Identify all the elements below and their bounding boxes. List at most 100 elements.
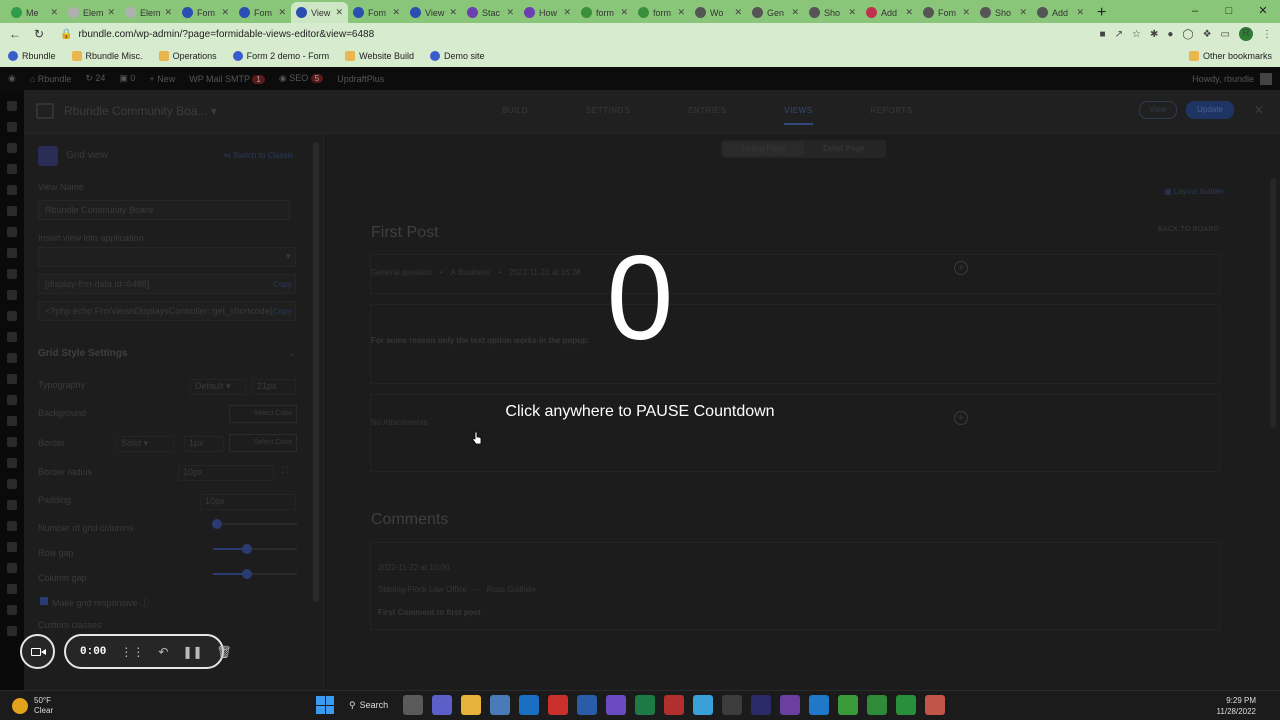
browser-tab[interactable]: Me ✕ [6,2,63,23]
other-bookmarks[interactable]: Other bookmarks [1188,51,1272,61]
more-icon[interactable]: ⋮ [1262,29,1272,40]
admin-menu-icon[interactable] [7,227,17,237]
row-gap-slider-handle[interactable] [241,544,252,554]
info-icon[interactable]: ⓘ [140,598,149,608]
admin-menu-icon[interactable] [7,206,17,216]
countdown-message[interactable]: Click anywhere to PAUSE Countdown [440,403,840,421]
grid-columns-slider-handle[interactable] [212,519,223,529]
app-icon[interactable] [925,695,946,715]
admin-menu-icon[interactable] [7,269,17,279]
close-tab-icon[interactable]: ✕ [335,7,343,18]
close-tab-icon[interactable]: ✕ [506,7,514,18]
browser-tab[interactable]: Elem ✕ [120,2,177,23]
admin-menu-icon[interactable] [7,521,17,531]
close-tab-icon[interactable]: ✕ [221,7,229,18]
add-column-icon[interactable]: + [954,411,968,425]
typography-select[interactable]: Default ▾ [190,379,246,395]
minimize-icon[interactable]: – [1178,0,1212,22]
browser-tab[interactable]: How ✕ [519,2,576,23]
vscode-icon[interactable] [809,695,830,715]
chrome-icon[interactable] [693,695,714,715]
view-button[interactable]: View [1139,101,1177,119]
new-tab-button[interactable]: + [1097,2,1106,23]
admin-menu-icon[interactable] [7,122,17,132]
close-tab-icon[interactable]: ✕ [905,7,913,18]
bookmark-folder[interactable]: Website Build [345,51,414,61]
close-tab-icon[interactable]: ✕ [1076,7,1084,18]
tab-entries[interactable]: ENTRIES [688,106,726,125]
copy-php-button[interactable]: Copy [273,307,292,316]
windows-start-icon[interactable] [316,696,334,714]
camera-icon[interactable]: ■ [1100,29,1106,40]
browser-tab[interactable]: Sho ✕ [804,2,861,23]
wp-new[interactable]: + New [149,74,175,84]
browser-tab[interactable]: View ✕ [291,2,348,23]
maximize-icon[interactable]: □ [1212,0,1246,22]
star-icon[interactable]: ☆ [1132,29,1141,40]
admin-menu-icon[interactable] [7,542,17,552]
bookmark-demo-site[interactable]: Demo site [429,51,485,61]
wordpress-logo-icon[interactable]: ◉ [8,73,16,84]
wp-comments[interactable]: ▣ 0 [119,73,135,84]
sidebar-icon[interactable]: ▭ [1221,29,1230,40]
admin-menu-icon[interactable] [7,395,17,405]
browser-tab[interactable]: Fom ✕ [348,2,405,23]
close-tab-icon[interactable]: ✕ [848,7,856,18]
browser-tab[interactable]: Fom ✕ [918,2,975,23]
trash-icon[interactable]: 🗑 [217,645,232,659]
switch-to-classic-link[interactable]: ⇆ Switch to Classic [224,151,293,160]
admin-menu-icon[interactable] [7,458,17,468]
view-name-input[interactable]: Rbundle Community Board [38,200,290,220]
admin-menu-icon[interactable] [7,185,17,195]
pause-icon[interactable]: ❚❚ [182,645,202,659]
back-icon[interactable]: ← [8,27,22,41]
outlook-icon[interactable] [519,695,540,715]
wp-site-link[interactable]: ⌂ Rbundle [30,74,71,84]
padding-input[interactable]: 10px [200,494,296,510]
teams-icon[interactable] [432,695,453,715]
excel-icon[interactable] [635,695,656,715]
close-tab-icon[interactable]: ✕ [50,7,58,18]
browser-tab[interactable]: Add ✕ [861,2,918,23]
acrobat-icon[interactable] [548,695,569,715]
admin-menu-icon[interactable] [7,563,17,573]
close-tab-icon[interactable]: ✕ [734,7,742,18]
chrome-icon[interactable] [896,695,917,715]
chrome-icon[interactable] [867,695,888,715]
admin-menu-icon[interactable] [7,416,17,426]
browser-tab[interactable]: Wo ✕ [690,2,747,23]
admin-menu-icon[interactable] [7,311,17,321]
view-title[interactable]: Rbundle Community Boa... ▾ [64,104,217,118]
tab-views[interactable]: VIEWS [784,106,813,125]
task-view-icon[interactable] [403,695,424,715]
column-gap-slider-handle[interactable] [241,569,252,579]
scrollbar[interactable] [1270,178,1276,428]
admin-menu-icon[interactable] [7,584,17,594]
close-tab-icon[interactable]: ✕ [278,7,286,18]
shortcode-field[interactable]: [display-frm-data id=6488] [38,274,296,294]
admin-menu-icon[interactable] [7,374,17,384]
admin-menu-icon[interactable] [7,164,17,174]
bookmark-folder[interactable]: Rbundle Misc. [71,51,143,61]
insert-view-select[interactable] [38,247,296,267]
tab-reports[interactable]: REPORTS [871,106,913,125]
php-code-field[interactable]: <?php echo FrmViewsDisplaysController::g… [38,301,296,321]
word-icon[interactable] [577,695,598,715]
add-column-icon[interactable]: + [954,261,968,275]
admin-menu-icon[interactable] [7,101,17,111]
browser-tab[interactable]: Add ✕ [1032,2,1089,23]
chevron-down-icon[interactable]: ⌄ [288,348,296,359]
app-icon[interactable] [751,695,772,715]
weather-widget[interactable]: 50°F Clear [12,696,53,716]
admin-menu-icon[interactable] [7,353,17,363]
close-tab-icon[interactable]: ✕ [791,7,799,18]
close-tab-icon[interactable]: ✕ [1019,7,1027,18]
copy-shortcode-button[interactable]: Copy [273,280,292,289]
settings-icon[interactable] [490,695,511,715]
close-tab-icon[interactable]: ✕ [677,7,685,18]
admin-menu-icon[interactable] [7,605,17,615]
admin-menu-icon[interactable] [7,437,17,447]
border-radius-input[interactable]: 10px [178,465,274,481]
wp-mail-smtp[interactable]: WP Mail SMTP 1 [189,74,265,84]
app-icon[interactable] [722,695,743,715]
